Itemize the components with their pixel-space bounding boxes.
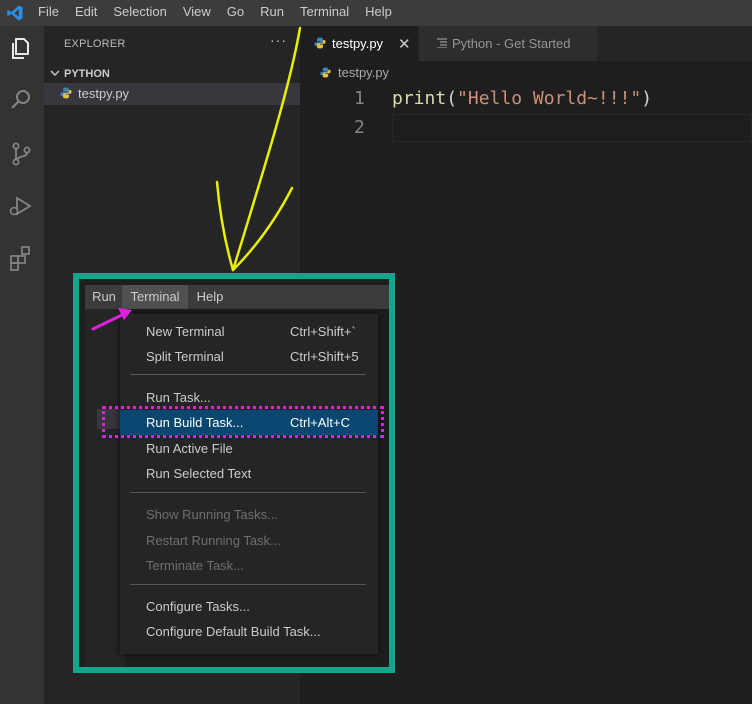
menu-item-label: New Terminal — [146, 324, 225, 339]
callout-sidebar — [85, 309, 125, 667]
menu-separator — [130, 374, 366, 375]
menu-item-split-terminal[interactable]: Split Terminal Ctrl+Shift+5 — [120, 344, 378, 369]
extensions-icon[interactable] — [7, 244, 35, 272]
folder-label: PYTHON — [64, 68, 110, 80]
explorer-header: EXPLORER — [64, 38, 126, 50]
activity-bar — [0, 26, 44, 704]
source-control-icon[interactable] — [7, 140, 35, 168]
title-bar: File Edit Selection View Go Run Terminal… — [0, 0, 752, 26]
dotted-highlight-annotation — [102, 406, 384, 438]
menu-item-shortcut: Ctrl+Shift+5 — [290, 349, 359, 364]
menu-item-configure-tasks[interactable]: Configure Tasks... — [120, 594, 378, 619]
menu-item-label: Run Selected Text — [146, 466, 252, 481]
line-number: 1 — [354, 88, 365, 109]
menu-view[interactable]: View — [175, 0, 219, 26]
python-file-icon — [320, 67, 331, 78]
menu-bar: File Edit Selection View Go Run Terminal… — [30, 0, 400, 26]
menu-item-label: Show Running Tasks... — [146, 507, 278, 522]
menu-item-terminate-task: Terminate Task... — [120, 553, 378, 578]
menu-item-run-selected-text[interactable]: Run Selected Text — [120, 461, 378, 486]
menu-help[interactable]: Help — [357, 0, 400, 26]
menu-selection[interactable]: Selection — [105, 0, 174, 26]
run-debug-icon[interactable] — [7, 192, 35, 220]
menu-item-show-running-tasks: Show Running Tasks... — [120, 502, 378, 527]
menu-item-label: Run Task... — [146, 390, 211, 405]
menu-separator — [130, 584, 366, 585]
menu-item-new-terminal[interactable]: New Terminal Ctrl+Shift+` — [120, 319, 378, 344]
menu-file[interactable]: File — [30, 0, 67, 26]
menu-separator — [130, 492, 366, 493]
menu-item-label: Restart Running Task... — [146, 533, 281, 548]
close-icon[interactable]: ✕ — [398, 35, 411, 53]
chevron-down-icon — [50, 70, 60, 76]
breadcrumb-file[interactable]: testpy.py — [338, 65, 389, 80]
menu-edit[interactable]: Edit — [67, 0, 105, 26]
explorer-icon[interactable] — [7, 34, 35, 62]
code-line-1[interactable]: print("Hello World~!!!") — [392, 88, 652, 109]
code-paren: ( — [446, 88, 458, 109]
menu-item-label: Terminate Task... — [146, 558, 245, 573]
code-paren: ) — [641, 88, 653, 109]
breadcrumb: testpy.py — [300, 61, 752, 83]
yellow-arrow-annotation — [215, 26, 302, 272]
menu-item-label: Configure Tasks... — [146, 599, 250, 614]
tab-label: Python - Get Started — [452, 36, 571, 51]
file-label: testpy.py — [78, 86, 130, 101]
python-file-icon — [60, 87, 72, 99]
document-lines-icon — [437, 38, 447, 48]
tab-label: testpy.py — [332, 36, 384, 51]
vscode-logo-icon — [7, 5, 23, 21]
menu-item-run-active-file[interactable]: Run Active File — [120, 436, 378, 461]
menu-item-configure-default-build-task[interactable]: Configure Default Build Task... — [120, 619, 378, 644]
current-line-highlight — [392, 114, 752, 142]
code-string: "Hello World~!!!" — [457, 88, 642, 109]
menu-go[interactable]: Go — [219, 0, 252, 26]
menu-item-shortcut: Ctrl+Shift+` — [290, 324, 356, 339]
menu-terminal[interactable]: Terminal — [292, 0, 357, 26]
menu-item-label: Configure Default Build Task... — [146, 624, 321, 639]
editor-tabs: testpy.py ✕ Python - Get Started — [300, 26, 752, 61]
terminal-dropdown-menu: New Terminal Ctrl+Shift+` Split Terminal… — [120, 314, 378, 654]
menu-item-label: Split Terminal — [146, 349, 224, 364]
magenta-arrow-annotation — [91, 308, 132, 331]
menu-help[interactable]: Help — [192, 285, 228, 309]
tab-python-get-started[interactable]: Python - Get Started — [419, 26, 597, 61]
menu-item-label: Run Active File — [146, 441, 233, 456]
line-number: 2 — [354, 117, 365, 138]
search-icon[interactable] — [7, 86, 35, 114]
code-function: print — [392, 88, 447, 109]
menu-item-restart-running-task: Restart Running Task... — [120, 528, 378, 553]
menu-run[interactable]: Run — [252, 0, 292, 26]
